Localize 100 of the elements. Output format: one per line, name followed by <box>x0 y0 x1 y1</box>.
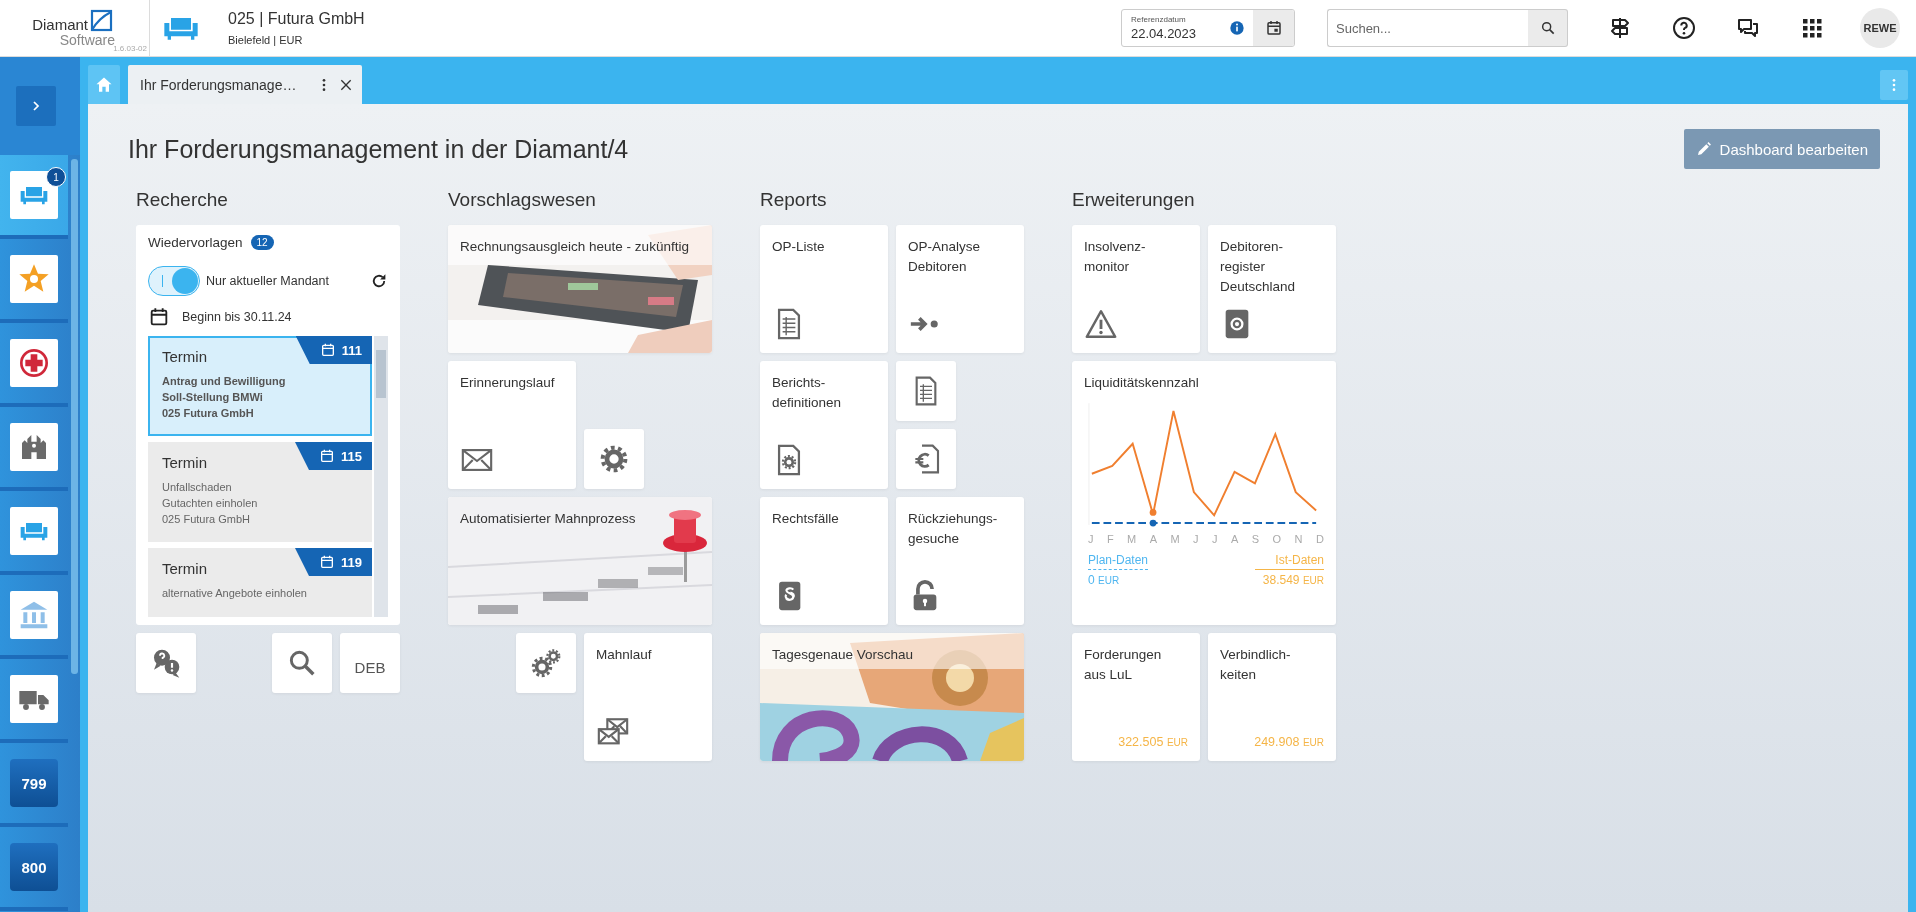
item-title: Termin <box>162 348 207 365</box>
section-title: Recherche <box>136 188 229 212</box>
period-text: Beginn bis 30.11.24 <box>182 310 292 324</box>
sidebar-item[interactable]: 800 <box>0 827 68 911</box>
dashboard-tile[interactable]: Forderungen aus LuL 322.505 EUR <box>1072 633 1200 761</box>
item-line: Soll-Stellung BMWi <box>162 390 264 405</box>
calendar-icon <box>319 342 336 358</box>
calendar-button[interactable] <box>1253 10 1294 46</box>
apps-icon[interactable] <box>1800 16 1824 40</box>
icon-button[interactable] <box>584 429 644 489</box>
deb-button[interactable]: DEB <box>340 633 400 693</box>
company-title: 025 | Futura GmbH <box>228 10 365 28</box>
icon-button[interactable] <box>136 633 196 693</box>
photo-tile[interactable]: Rechnungsausgleich heute - zukünftig <box>448 225 712 353</box>
axis-label: M <box>1127 533 1137 545</box>
chat-icon[interactable] <box>1736 16 1760 40</box>
logo-text: Diamant <box>32 17 88 33</box>
axis-label: O <box>1272 533 1282 545</box>
calendar-icon <box>319 554 335 570</box>
dashboard-tile[interactable]: Erinnerungslauf <box>448 361 576 489</box>
axis-label: A <box>1149 533 1158 545</box>
item-line: Gutachten einholen <box>162 496 259 511</box>
dashboard-tile[interactable]: OP-Analyse Debitoren <box>896 225 1024 353</box>
dashboard-tile[interactable]: Rückziehungs- gesuche <box>896 497 1024 625</box>
logo-text: Software <box>59 33 115 47</box>
tab[interactable]: Ihr Forderungsmanage… <box>128 65 362 104</box>
toggle-label: Nur aktueller Mandant <box>206 274 330 288</box>
app-tile[interactable] <box>10 339 58 387</box>
app-tile[interactable] <box>10 591 58 639</box>
icon-button[interactable] <box>516 633 576 693</box>
chart-tile[interactable]: Liquiditätskennzahl J F M A M J J A S O N D Plan-Daten 0 EUR Ist-Daten 38.549 EUR <box>1072 361 1336 625</box>
legend-value: 0 EUR <box>1088 573 1121 587</box>
warning-icon <box>1084 307 1118 341</box>
date-field[interactable]: Referenzdatum 22.04.2023 <box>1121 9 1295 47</box>
axis-label: N <box>1294 533 1303 545</box>
scrollbar[interactable] <box>374 336 388 617</box>
calendar-icon <box>319 448 335 464</box>
page-title: Ihr Forderungsmanagement in der Diamant/4 <box>128 134 629 164</box>
section-title: Vorschlagswesen <box>448 188 597 212</box>
icon-button[interactable] <box>272 633 332 693</box>
app-tile[interactable] <box>10 171 58 219</box>
axis-label: S <box>1251 533 1260 545</box>
app-tile[interactable] <box>10 255 58 303</box>
dashboard-tile[interactable]: Berichts- definitionen <box>760 361 888 489</box>
pencil-icon <box>1695 141 1712 157</box>
axis-label: D <box>1315 533 1324 545</box>
chart-title: Liquiditätskennzahl <box>1083 374 1200 392</box>
legend-label: Plan-Daten <box>1088 553 1149 570</box>
legend-label: Ist-Daten <box>1255 553 1324 570</box>
followup-item[interactable]: Termin 111 Antrag und Bewilligung Soll-Stellung BMWi 025 Futura GmbH <box>148 336 372 436</box>
calendar-icon[interactable] <box>148 306 170 328</box>
info-icon[interactable] <box>1229 20 1245 36</box>
photo-tile[interactable]: Tagesgenaue Vorschau <box>760 633 1024 761</box>
version-label: 1.6.03-02 <box>113 44 147 53</box>
axis-label: M <box>1170 533 1180 545</box>
calendar-icon <box>1264 19 1283 37</box>
logo-icon <box>89 9 113 33</box>
item-number: 115 <box>341 448 362 464</box>
item-title: Termin <box>162 560 207 577</box>
bank-icon <box>18 599 50 631</box>
refresh-icon[interactable] <box>370 272 388 290</box>
app-tile[interactable] <box>10 507 58 555</box>
followup-item[interactable]: Termin 119 alternative Angebote einholen <box>148 548 372 617</box>
axis-label: F <box>1106 533 1114 545</box>
axis-label: A <box>1231 533 1239 545</box>
app-tile[interactable]: 800 <box>10 843 58 891</box>
help-icon[interactable] <box>1672 16 1696 40</box>
dashboard-tile[interactable]: Mahnlauf <box>584 633 712 761</box>
item-line: 025 Futura GmbH <box>162 406 255 421</box>
legend-value: 38.549 EUR <box>1262 573 1324 587</box>
card-title: Wiedervorlagen <box>148 235 243 250</box>
photo-tile[interactable]: Automatisierter Mahnprozess <box>448 497 712 625</box>
toggle-switch[interactable] <box>148 266 200 296</box>
count-badge: 12 <box>250 235 274 250</box>
dashboard-tile[interactable]: Verbindlich- keiten 249.908 EUR <box>1208 633 1336 761</box>
item-number: 111 <box>341 342 362 358</box>
section-title: Reports <box>760 188 828 212</box>
user-avatar[interactable]: REWE <box>1860 8 1900 48</box>
section-title: Erweiterungen <box>1072 188 1196 212</box>
gears-icon <box>530 647 562 679</box>
dashboard-tile[interactable]: OP-Liste <box>760 225 888 353</box>
followup-item[interactable]: Termin 115 Unfallschaden Gutachten einholen 025 Futura GmbH <box>148 442 372 542</box>
icon-button[interactable] <box>896 429 956 489</box>
axis-label: J <box>1088 533 1094 545</box>
sidebar-item[interactable]: 1 <box>0 155 68 239</box>
scrollbar[interactable] <box>71 159 78 674</box>
dashboard-tile[interactable]: Insolvenz- monitor <box>1072 225 1200 353</box>
dashboard-tile[interactable]: Debitoren- register Deutschland <box>1208 225 1336 353</box>
signpost-icon[interactable] <box>1608 16 1632 40</box>
app-tile[interactable]: 799 <box>10 759 58 807</box>
sidebar-item[interactable]: 799 <box>0 743 68 827</box>
icon-button[interactable] <box>896 361 956 421</box>
count-badge: 1 <box>46 167 66 187</box>
item-number: 119 <box>341 554 362 570</box>
medical-cross-icon <box>18 347 50 379</box>
app-tile[interactable] <box>10 675 58 723</box>
app-tile[interactable] <box>10 423 58 471</box>
dashboard-tile[interactable]: Rechtsfälle <box>760 497 888 625</box>
item-title: Termin <box>162 454 207 471</box>
gear-icon <box>598 443 630 475</box>
